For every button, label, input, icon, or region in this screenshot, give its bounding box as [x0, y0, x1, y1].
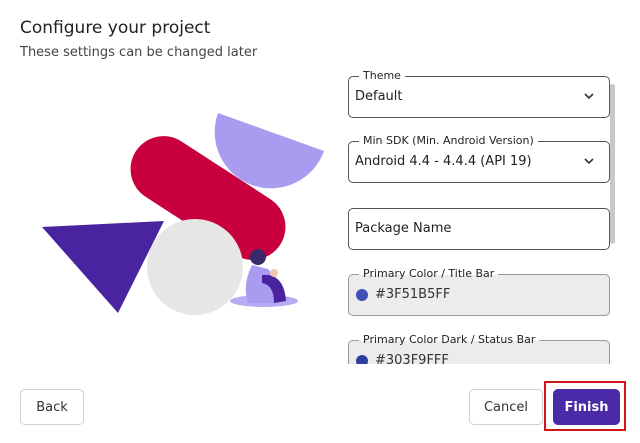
min-sdk-select[interactable]: Min SDK (Min. Android Version) Android 4…	[348, 134, 610, 183]
primary-color-dark-swatch	[356, 355, 368, 364]
package-name-input[interactable]: Package Name	[348, 208, 610, 250]
primary-color-dark-field[interactable]: Primary Color Dark / Status Bar #303F9FF…	[348, 333, 610, 364]
primary-color-dark-value: #303F9FFF	[375, 353, 449, 364]
finish-button[interactable]: Finish	[553, 389, 620, 425]
grey-circle-shape	[147, 219, 243, 315]
onboarding-illustration	[42, 113, 324, 315]
package-name-placeholder: Package Name	[355, 221, 452, 236]
primary-color-field[interactable]: Primary Color / Title Bar #3F51B5FF	[348, 267, 610, 316]
chevron-down-icon	[584, 93, 594, 100]
dialog-subtitle: These settings can be changed later	[20, 45, 258, 60]
primary-color-dark-label: Primary Color Dark / Status Bar	[359, 333, 540, 347]
form-scroll-area[interactable]: Theme Default Min SDK (Min. Android Vers…	[340, 64, 624, 364]
min-sdk-value: Android 4.4 - 4.4.4 (API 19)	[355, 154, 532, 169]
cancel-button[interactable]: Cancel	[469, 389, 543, 425]
theme-select[interactable]: Theme Default	[348, 69, 610, 118]
dialog-title: Configure your project	[20, 18, 211, 38]
form-scrollbar[interactable]	[610, 84, 615, 244]
back-button[interactable]: Back	[20, 389, 84, 425]
primary-color-value: #3F51B5FF	[375, 287, 451, 302]
chevron-down-icon	[584, 158, 594, 165]
theme-value: Default	[355, 89, 403, 104]
purple-triangle-shape	[42, 221, 164, 313]
primary-color-swatch	[356, 289, 368, 301]
primary-color-label: Primary Color / Title Bar	[359, 267, 499, 281]
theme-label: Theme	[359, 69, 405, 83]
min-sdk-label: Min SDK (Min. Android Version)	[359, 134, 538, 148]
